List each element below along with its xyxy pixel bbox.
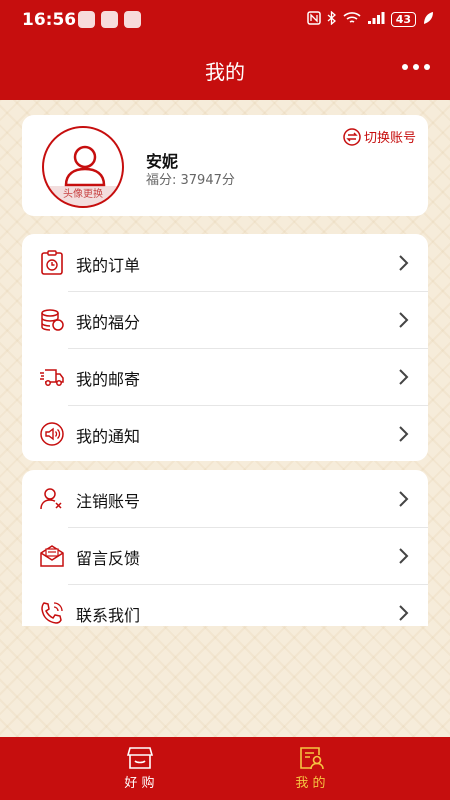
menu-group-primary: 我的订单 我的福分 我的邮寄 我的通知 <box>22 234 428 461</box>
more-options-button[interactable] <box>402 64 430 70</box>
profile-doc-icon <box>300 747 324 770</box>
leaf-icon <box>422 11 434 28</box>
status-time: 16:56 <box>22 10 77 30</box>
avatar-change-label[interactable]: 头像更换 <box>44 186 122 206</box>
menu-label: 我的福分 <box>76 313 141 332</box>
notification-app-icon <box>78 11 95 28</box>
coins-stack-icon <box>41 309 64 331</box>
user-silhouette-icon <box>64 145 106 187</box>
menu-item-mailing[interactable]: 我的邮寄 <box>22 348 428 405</box>
nfc-icon <box>306 11 321 28</box>
user-remove-icon <box>40 488 62 510</box>
phone-icon <box>41 602 63 624</box>
menu-item-notifications[interactable]: 我的通知 <box>22 405 428 462</box>
app-header: 16:56 43 我的 <box>0 0 450 100</box>
menu-label: 我的订单 <box>76 256 141 275</box>
page-title: 我的 <box>205 60 245 84</box>
chevron-right-icon <box>399 312 409 328</box>
battery-indicator: 43 <box>390 12 416 27</box>
menu-group-secondary: 注销账号 留言反馈 联系我们 <box>22 470 428 626</box>
bottom-tab-bar: 好 购 我 的 <box>0 737 450 800</box>
switch-account-button[interactable]: 切换账号 <box>343 127 416 146</box>
order-clipboard-icon <box>41 250 63 275</box>
points-value: 37947分 <box>180 173 235 188</box>
wifi-icon <box>343 11 361 28</box>
switch-account-label: 切换账号 <box>363 131 416 146</box>
chevron-right-icon <box>399 369 409 385</box>
menu-item-deactivate[interactable]: 注销账号 <box>22 470 428 527</box>
more-dot-icon <box>402 64 408 70</box>
status-app-icons <box>78 11 141 28</box>
notification-app-icon <box>101 11 118 28</box>
menu-item-orders[interactable]: 我的订单 <box>22 234 428 291</box>
tab-label: 我 的 <box>295 776 326 791</box>
chevron-right-icon <box>399 548 409 564</box>
chevron-right-icon <box>399 491 409 507</box>
tab-profile[interactable]: 我 的 <box>198 737 423 800</box>
mail-feedback-icon <box>40 545 64 567</box>
menu-label: 我的通知 <box>76 427 141 446</box>
status-indicators: 43 <box>306 10 434 28</box>
speaker-icon <box>40 422 64 446</box>
profile-card: 头像更换 安妮 福分: 37947分 切换账号 <box>22 115 428 216</box>
points-label: 福分: <box>146 173 181 188</box>
status-bar: 16:56 43 <box>0 0 450 40</box>
delivery-truck-icon <box>40 369 64 386</box>
more-dot-icon <box>413 64 419 70</box>
user-points: 福分: 37947分 <box>146 169 235 188</box>
menu-item-feedback[interactable]: 留言反馈 <box>22 527 428 584</box>
shop-icon <box>127 747 153 769</box>
chevron-right-icon <box>399 605 409 621</box>
more-dot-icon <box>424 64 430 70</box>
menu-label: 留言反馈 <box>76 549 141 568</box>
menu-item-contact[interactable]: 联系我们 <box>22 584 428 626</box>
avatar[interactable]: 头像更换 <box>42 126 124 208</box>
menu-label: 我的邮寄 <box>76 370 141 389</box>
menu-label: 联系我们 <box>76 606 141 625</box>
menu-label: 注销账号 <box>76 492 141 511</box>
chevron-right-icon <box>399 426 409 442</box>
chevron-right-icon <box>399 255 409 271</box>
bluetooth-icon <box>327 10 337 28</box>
signal-icon <box>367 11 385 28</box>
menu-item-points[interactable]: 我的福分 <box>22 291 428 348</box>
notification-app-icon <box>124 11 141 28</box>
switch-arrows-icon <box>343 127 361 146</box>
